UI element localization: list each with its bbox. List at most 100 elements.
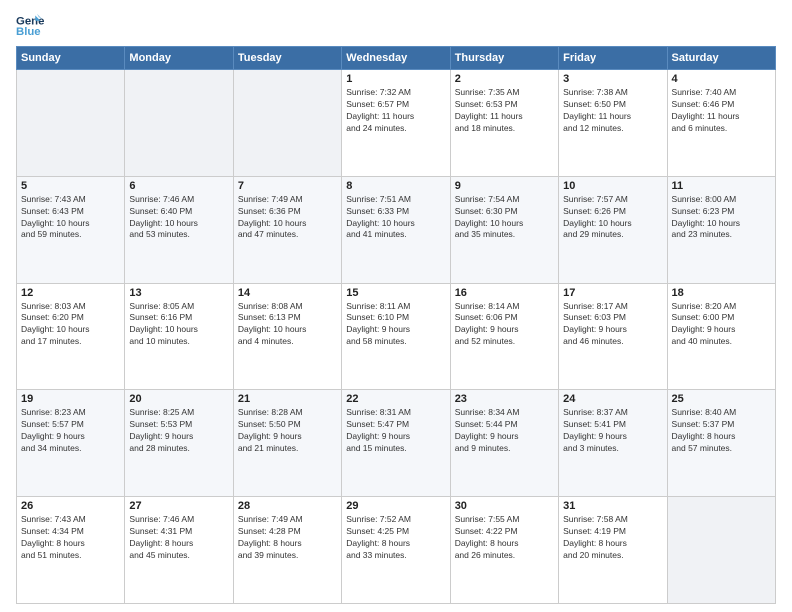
- day-cell: [125, 70, 233, 177]
- weekday-friday: Friday: [559, 47, 667, 70]
- day-cell: 29 Sunrise: 7:52 AM Sunset: 4:25 PM Dayli…: [342, 497, 450, 604]
- week-row-4: 19Sunrise: 8:23 AM Sunset: 5:57 PM Dayli…: [17, 390, 776, 497]
- day-cell: 24 Sunrise: 8:37 AM Sunset: 5:41 PM Dayli…: [559, 390, 667, 497]
- day-cell: 18 Sunrise: 8:20 AM Sunset: 6:00 PM Dayli…: [667, 283, 775, 390]
- weekday-thursday: Thursday: [450, 47, 558, 70]
- day-cell: 11 Sunrise: 8:00 AM Sunset: 6:23 PM Dayli…: [667, 176, 775, 283]
- day-cell: 20Sunrise: 8:25 AM Sunset: 5:53 PM Dayli…: [125, 390, 233, 497]
- day-info: Sunrise: 7:38 AM Sunset: 6:50 PM Dayligh…: [563, 87, 662, 135]
- day-number: 12: [21, 287, 120, 299]
- day-cell: 14 Sunrise: 8:08 AM Sunset: 6:13 PM Dayli…: [233, 283, 341, 390]
- day-cell: 7 Sunrise: 7:49 AM Sunset: 6:36 PM Daylig…: [233, 176, 341, 283]
- day-number: 11: [672, 180, 771, 192]
- day-info: Sunrise: 8:28 AM Sunset: 5:50 PM Dayligh…: [238, 407, 337, 455]
- svg-text:Blue: Blue: [16, 26, 41, 38]
- day-number: 30: [455, 500, 554, 512]
- day-cell: 23 Sunrise: 8:34 AM Sunset: 5:44 PM Dayli…: [450, 390, 558, 497]
- day-number: 15: [346, 287, 445, 299]
- day-cell: 25Sunrise: 8:40 AM Sunset: 5:37 PM Dayli…: [667, 390, 775, 497]
- day-number: 17: [563, 287, 662, 299]
- day-info: Sunrise: 8:37 AM Sunset: 5:41 PM Dayligh…: [563, 407, 662, 455]
- day-cell: 28 Sunrise: 7:49 AM Sunset: 4:28 PM Dayli…: [233, 497, 341, 604]
- day-number: 18: [672, 287, 771, 299]
- day-cell: 3 Sunrise: 7:38 AM Sunset: 6:50 PM Daylig…: [559, 70, 667, 177]
- day-cell: 10 Sunrise: 7:57 AM Sunset: 6:26 PM Dayli…: [559, 176, 667, 283]
- day-cell: 27 Sunrise: 7:46 AM Sunset: 4:31 PM Dayli…: [125, 497, 233, 604]
- day-cell: 4Sunrise: 7:40 AM Sunset: 6:46 PM Daylig…: [667, 70, 775, 177]
- day-info: Sunrise: 8:14 AM Sunset: 6:06 PM Dayligh…: [455, 301, 554, 349]
- page: General Blue SundayMondayTuesdayWednesda…: [0, 0, 792, 612]
- day-cell: [233, 70, 341, 177]
- week-row-1: 1Sunrise: 7:32 AM Sunset: 6:57 PM Daylig…: [17, 70, 776, 177]
- day-cell: 12 Sunrise: 8:03 AM Sunset: 6:20 PM Dayli…: [17, 283, 125, 390]
- day-number: 6: [129, 180, 228, 192]
- day-number: 22: [346, 393, 445, 405]
- day-info: Sunrise: 8:25 AM Sunset: 5:53 PM Dayligh…: [129, 407, 228, 455]
- day-number: 9: [455, 180, 554, 192]
- day-info: Sunrise: 7:55 AM Sunset: 4:22 PM Dayligh…: [455, 514, 554, 562]
- day-cell: 26Sunrise: 7:43 AM Sunset: 4:34 PM Dayli…: [17, 497, 125, 604]
- day-cell: 5 Sunrise: 7:43 AM Sunset: 6:43 PM Daylig…: [17, 176, 125, 283]
- day-info: Sunrise: 7:52 AM Sunset: 4:25 PM Dayligh…: [346, 514, 445, 562]
- logo-icon: General Blue: [16, 12, 44, 40]
- day-cell: 16 Sunrise: 8:14 AM Sunset: 6:06 PM Dayli…: [450, 283, 558, 390]
- weekday-tuesday: Tuesday: [233, 47, 341, 70]
- day-info: Sunrise: 7:35 AM Sunset: 6:53 PM Dayligh…: [455, 87, 554, 135]
- day-number: 27: [129, 500, 228, 512]
- day-info: Sunrise: 8:20 AM Sunset: 6:00 PM Dayligh…: [672, 301, 771, 349]
- day-cell: 1Sunrise: 7:32 AM Sunset: 6:57 PM Daylig…: [342, 70, 450, 177]
- day-cell: 22 Sunrise: 8:31 AM Sunset: 5:47 PM Dayli…: [342, 390, 450, 497]
- day-number: 5: [21, 180, 120, 192]
- day-info: Sunrise: 7:57 AM Sunset: 6:26 PM Dayligh…: [563, 194, 662, 242]
- day-info: Sunrise: 7:49 AM Sunset: 4:28 PM Dayligh…: [238, 514, 337, 562]
- day-info: Sunrise: 7:43 AM Sunset: 6:43 PM Dayligh…: [21, 194, 120, 242]
- weekday-wednesday: Wednesday: [342, 47, 450, 70]
- day-info: Sunrise: 8:05 AM Sunset: 6:16 PM Dayligh…: [129, 301, 228, 349]
- day-info: Sunrise: 7:49 AM Sunset: 6:36 PM Dayligh…: [238, 194, 337, 242]
- day-info: Sunrise: 8:34 AM Sunset: 5:44 PM Dayligh…: [455, 407, 554, 455]
- weekday-sunday: Sunday: [17, 47, 125, 70]
- day-number: 16: [455, 287, 554, 299]
- day-number: 2: [455, 73, 554, 85]
- day-cell: 15Sunrise: 8:11 AM Sunset: 6:10 PM Dayli…: [342, 283, 450, 390]
- day-info: Sunrise: 7:46 AM Sunset: 4:31 PM Dayligh…: [129, 514, 228, 562]
- day-cell: 17 Sunrise: 8:17 AM Sunset: 6:03 PM Dayli…: [559, 283, 667, 390]
- day-info: Sunrise: 8:17 AM Sunset: 6:03 PM Dayligh…: [563, 301, 662, 349]
- day-info: Sunrise: 8:40 AM Sunset: 5:37 PM Dayligh…: [672, 407, 771, 455]
- day-cell: [667, 497, 775, 604]
- day-info: Sunrise: 7:51 AM Sunset: 6:33 PM Dayligh…: [346, 194, 445, 242]
- day-cell: 2 Sunrise: 7:35 AM Sunset: 6:53 PM Daylig…: [450, 70, 558, 177]
- day-info: Sunrise: 8:08 AM Sunset: 6:13 PM Dayligh…: [238, 301, 337, 349]
- day-info: Sunrise: 7:32 AM Sunset: 6:57 PM Dayligh…: [346, 87, 445, 135]
- day-number: 23: [455, 393, 554, 405]
- day-number: 28: [238, 500, 337, 512]
- weekday-saturday: Saturday: [667, 47, 775, 70]
- day-number: 29: [346, 500, 445, 512]
- day-number: 10: [563, 180, 662, 192]
- day-number: 31: [563, 500, 662, 512]
- day-info: Sunrise: 7:46 AM Sunset: 6:40 PM Dayligh…: [129, 194, 228, 242]
- day-number: 19: [21, 393, 120, 405]
- week-row-2: 5 Sunrise: 7:43 AM Sunset: 6:43 PM Daylig…: [17, 176, 776, 283]
- day-number: 21: [238, 393, 337, 405]
- day-number: 3: [563, 73, 662, 85]
- day-number: 24: [563, 393, 662, 405]
- day-info: Sunrise: 8:03 AM Sunset: 6:20 PM Dayligh…: [21, 301, 120, 349]
- weekday-header-row: SundayMondayTuesdayWednesdayThursdayFrid…: [17, 47, 776, 70]
- day-info: Sunrise: 7:58 AM Sunset: 4:19 PM Dayligh…: [563, 514, 662, 562]
- day-cell: 19Sunrise: 8:23 AM Sunset: 5:57 PM Dayli…: [17, 390, 125, 497]
- day-cell: 8Sunrise: 7:51 AM Sunset: 6:33 PM Daylig…: [342, 176, 450, 283]
- day-number: 14: [238, 287, 337, 299]
- day-number: 13: [129, 287, 228, 299]
- day-info: Sunrise: 8:00 AM Sunset: 6:23 PM Dayligh…: [672, 194, 771, 242]
- day-number: 7: [238, 180, 337, 192]
- day-cell: [17, 70, 125, 177]
- day-cell: 6 Sunrise: 7:46 AM Sunset: 6:40 PM Daylig…: [125, 176, 233, 283]
- day-info: Sunrise: 7:40 AM Sunset: 6:46 PM Dayligh…: [672, 87, 771, 135]
- day-info: Sunrise: 8:31 AM Sunset: 5:47 PM Dayligh…: [346, 407, 445, 455]
- day-cell: 30 Sunrise: 7:55 AM Sunset: 4:22 PM Dayli…: [450, 497, 558, 604]
- day-cell: 31 Sunrise: 7:58 AM Sunset: 4:19 PM Dayli…: [559, 497, 667, 604]
- day-number: 26: [21, 500, 120, 512]
- week-row-3: 12 Sunrise: 8:03 AM Sunset: 6:20 PM Dayli…: [17, 283, 776, 390]
- day-cell: 21 Sunrise: 8:28 AM Sunset: 5:50 PM Dayli…: [233, 390, 341, 497]
